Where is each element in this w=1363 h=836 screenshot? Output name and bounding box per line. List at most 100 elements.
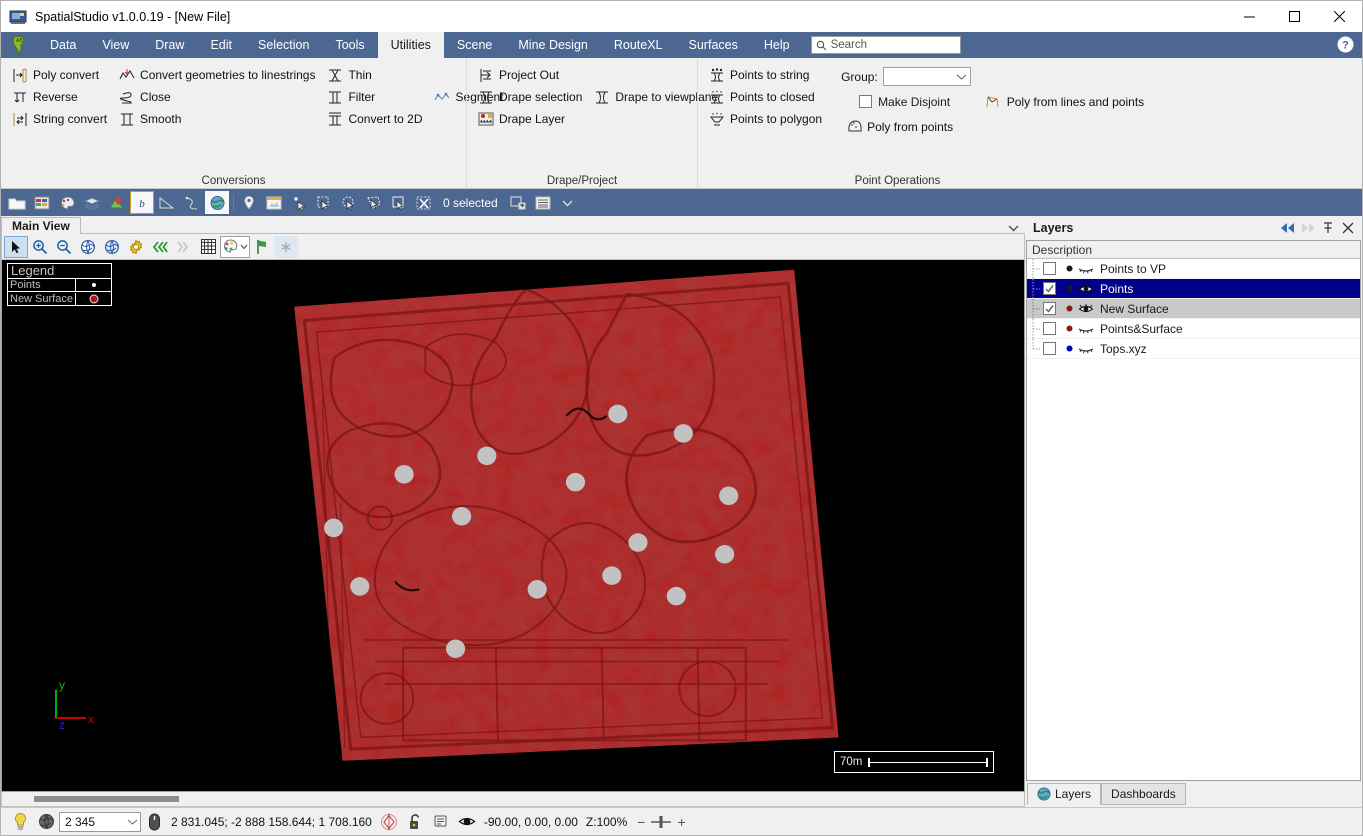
open-folder-icon[interactable] xyxy=(5,191,29,214)
data-table-icon[interactable] xyxy=(30,191,54,214)
make-disjoint-checkbox[interactable] xyxy=(859,95,873,108)
unlock-icon[interactable] xyxy=(402,811,428,833)
layer-row-tops-xyz[interactable]: Tops.xyz xyxy=(1027,338,1360,359)
map-pin-icon[interactable] xyxy=(105,191,129,214)
layer-checkbox[interactable] xyxy=(1043,302,1056,315)
ribbon-tab-utilities[interactable]: Utilities xyxy=(377,32,444,58)
note-icon[interactable] xyxy=(428,811,454,833)
ribbon-tab-draw[interactable]: Draw xyxy=(142,32,197,58)
layer-visibility-icon[interactable] xyxy=(1076,343,1096,354)
main-view-canvas[interactable]: Legend Points New Surface y x z 70m xyxy=(1,260,1025,792)
block-model-icon[interactable]: b xyxy=(130,191,154,214)
minimize-button[interactable] xyxy=(1227,1,1272,32)
poly-convert-button[interactable]: Poly convert xyxy=(7,64,114,86)
maximize-button[interactable] xyxy=(1272,1,1317,32)
layer-checkbox[interactable] xyxy=(1043,342,1056,355)
flag-icon[interactable] xyxy=(250,236,274,258)
image-window-icon[interactable] xyxy=(262,191,286,214)
ribbon-tab-mine-design[interactable]: Mine Design xyxy=(505,32,600,58)
tab-main-view[interactable]: Main View xyxy=(1,217,81,234)
close-geometry-button[interactable]: Close xyxy=(114,86,322,108)
pin-icon[interactable] xyxy=(1318,218,1338,238)
poly-from-lines-and-points-button[interactable]: Poly from lines and points xyxy=(981,91,1151,113)
string-convert-button[interactable]: String convert xyxy=(7,108,114,130)
layer-visibility-icon[interactable] xyxy=(1076,323,1096,334)
view-collapse-icon[interactable] xyxy=(1008,224,1019,232)
view-horizontal-scrollbar[interactable] xyxy=(1,792,1025,807)
more-caret-icon[interactable] xyxy=(556,191,580,214)
poly-from-points-button[interactable]: Poly from points xyxy=(841,116,960,138)
ribbon-tab-surfaces[interactable]: Surfaces xyxy=(676,32,751,58)
grid-icon[interactable] xyxy=(196,236,220,258)
convert-geometries-button[interactable]: Convert geometries to linestrings xyxy=(114,64,322,86)
zoom-in-icon[interactable] xyxy=(28,236,52,258)
thin-button[interactable]: Thin xyxy=(322,64,429,86)
curve-tool-icon[interactable] xyxy=(180,191,204,214)
layer-checkbox[interactable] xyxy=(1043,282,1056,295)
zoom-out-button[interactable]: − xyxy=(637,814,645,830)
select-crop-icon[interactable] xyxy=(387,191,411,214)
globe-pan-icon[interactable] xyxy=(100,236,124,258)
settings-gear-icon[interactable] xyxy=(124,236,148,258)
table-list-icon[interactable] xyxy=(531,191,555,214)
layer-color-swatch[interactable] xyxy=(1062,264,1076,273)
lightbulb-icon[interactable] xyxy=(7,811,33,833)
make-disjoint-row[interactable]: Make Disjoint xyxy=(841,89,971,114)
layer-color-swatch[interactable] xyxy=(1062,304,1076,313)
clear-selection-icon[interactable] xyxy=(412,191,436,214)
globe-dark-icon[interactable] xyxy=(33,811,59,833)
search-input[interactable]: Search xyxy=(810,36,961,54)
select-rect-icon[interactable] xyxy=(312,191,336,214)
zoom-slider[interactable] xyxy=(650,815,672,829)
select-point-icon[interactable] xyxy=(287,191,311,214)
points-to-closed-button[interactable]: Points to closed xyxy=(704,86,829,108)
snap-icon[interactable] xyxy=(376,811,402,833)
select-polygon-icon[interactable] xyxy=(362,191,386,214)
nav-forward-icon[interactable] xyxy=(1298,218,1318,238)
close-button[interactable] xyxy=(1317,1,1362,32)
arrow-select-icon[interactable] xyxy=(4,235,28,258)
points-to-polygon-button[interactable]: Points to polygon xyxy=(704,108,829,130)
close-panel-icon[interactable] xyxy=(1338,218,1358,238)
globe-icon[interactable] xyxy=(205,191,229,214)
layer-row-points-to-vp[interactable]: Points to VP xyxy=(1027,258,1360,279)
points-to-string-button[interactable]: Points to string xyxy=(704,64,829,86)
layer-visibility-icon[interactable] xyxy=(1076,283,1096,295)
layer-checkbox[interactable] xyxy=(1043,322,1056,335)
drape-layer-button[interactable]: Drape Layer xyxy=(473,108,589,130)
dock-tab-layers[interactable]: Layers xyxy=(1027,783,1102,805)
help-circle-icon[interactable]: ? xyxy=(1337,36,1354,53)
scrollbar-thumb[interactable] xyxy=(34,796,179,802)
ribbon-tab-view[interactable]: View xyxy=(89,32,142,58)
layer-color-swatch[interactable] xyxy=(1062,344,1076,353)
africa-logo-icon[interactable]: AB xyxy=(1,32,37,58)
zoom-in-button[interactable]: + xyxy=(677,814,685,830)
layer-color-swatch[interactable] xyxy=(1062,284,1076,293)
layer-visibility-icon[interactable] xyxy=(1076,303,1096,315)
layer-checkbox[interactable] xyxy=(1043,262,1056,275)
filter-button[interactable]: Filter xyxy=(322,86,429,108)
smooth-button[interactable]: Smooth xyxy=(114,108,322,130)
convert-2d-button[interactable]: Convert to 2D xyxy=(322,108,429,130)
reverse-button[interactable]: Reverse xyxy=(7,86,114,108)
layer-color-swatch[interactable] xyxy=(1062,324,1076,333)
ribbon-tab-routexl[interactable]: RouteXL xyxy=(601,32,676,58)
rewind-icon[interactable] xyxy=(148,236,172,258)
legend[interactable]: Legend Points New Surface xyxy=(7,263,112,306)
project-out-button[interactable]: Project Out xyxy=(473,64,589,86)
ribbon-tab-edit[interactable]: Edit xyxy=(197,32,245,58)
forward-icon[interactable] xyxy=(172,236,196,258)
location-pin-icon[interactable] xyxy=(237,191,261,214)
layer-row-new-surface[interactable]: New Surface xyxy=(1027,298,1360,319)
scale-select[interactable]: 2 345 xyxy=(59,811,141,832)
ribbon-tab-data[interactable]: Data xyxy=(37,32,89,58)
dock-tab-dashboards[interactable]: Dashboards xyxy=(1101,783,1186,805)
globe-rotate-icon[interactable] xyxy=(76,236,100,258)
ribbon-tab-tools[interactable]: Tools xyxy=(322,32,377,58)
layers-stack-icon[interactable] xyxy=(80,191,104,214)
layers-column-header[interactable]: Description xyxy=(1027,241,1360,259)
copy-selection-icon[interactable] xyxy=(506,191,530,214)
layer-row-points[interactable]: Points xyxy=(1027,278,1360,299)
layer-visibility-icon[interactable] xyxy=(1076,263,1096,274)
color-palette-icon[interactable] xyxy=(220,235,250,258)
